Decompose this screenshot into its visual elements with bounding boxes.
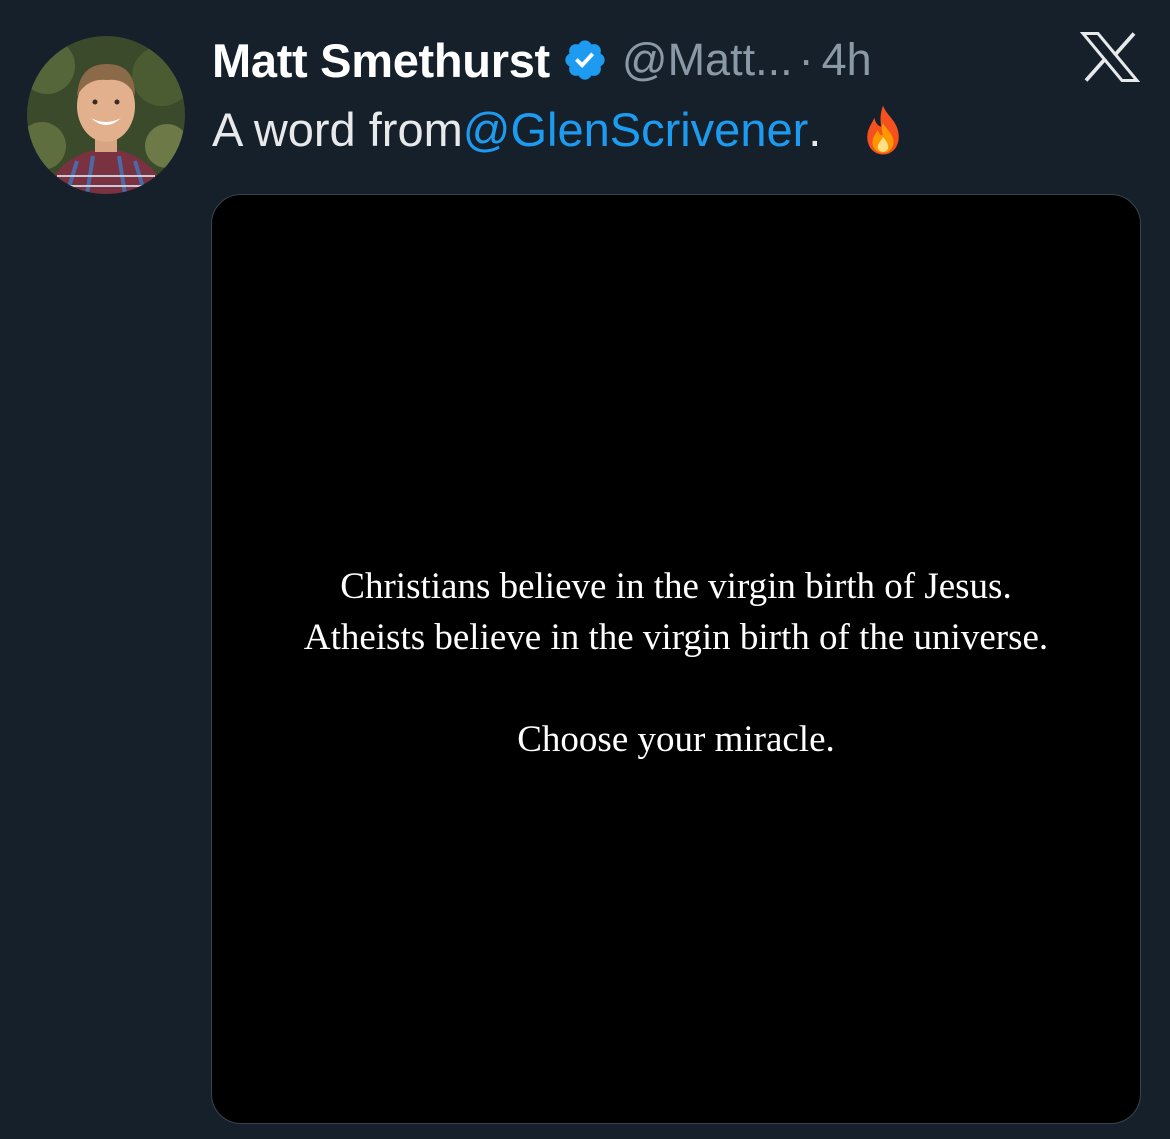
verified-badge-icon [565,40,605,80]
media-image[interactable]: Christians believe in the virgin birth o… [211,194,1141,1124]
separator-dot: · [798,34,814,85]
tweet-text: A word from @GlenScrivener. [212,100,911,160]
timestamp[interactable]: 4h [822,34,872,86]
author-name[interactable]: Matt Smethurst [212,33,550,88]
quote-line-1: Christians believe in the virgin birth o… [340,566,1012,607]
tweet-text-suffix: . [808,103,822,156]
avatar[interactable] [27,36,185,194]
x-logo-icon[interactable] [1080,32,1140,82]
media-quote: Christians believe in the virgin birth o… [212,561,1140,765]
quote-gap [212,663,1140,714]
avatar-photo [27,36,185,194]
quote-line-3: Choose your miracle. [517,719,835,760]
tweet-text-prefix: A word from [212,103,463,156]
quote-line-2: Atheists believe in the virgin birth of … [303,617,1049,658]
tweet-header: Matt Smethurst @Matt... · 4h [212,30,872,90]
author-handle[interactable]: @Matt... [622,34,793,86]
mention-link[interactable]: @GlenScrivener [463,100,809,160]
fire-icon [867,105,900,155]
